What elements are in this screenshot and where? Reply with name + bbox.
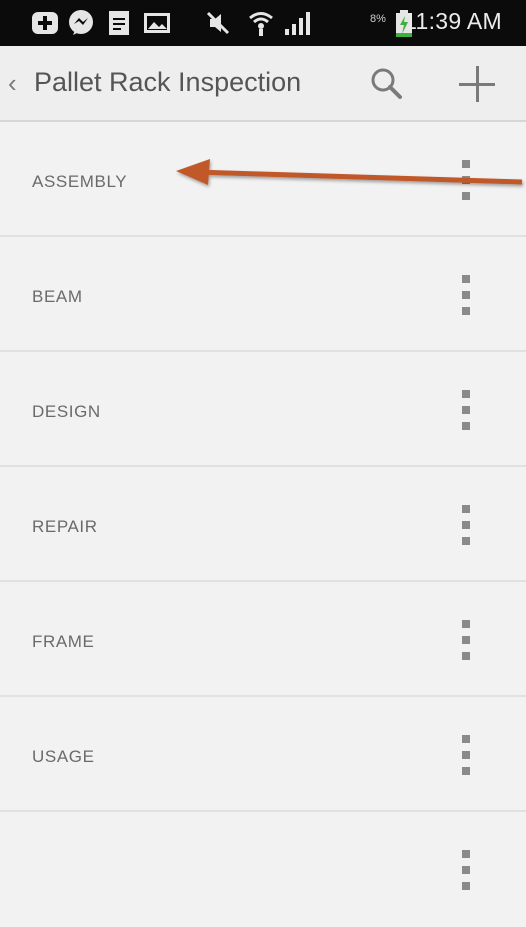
list-item-label: FRAME [32, 632, 95, 651]
list-item[interactable]: FRAME [0, 582, 526, 697]
overflow-menu-icon[interactable] [455, 390, 477, 434]
document-icon [109, 11, 129, 35]
list-item[interactable]: DESIGN [0, 352, 526, 467]
list-item[interactable]: BEAM [0, 237, 526, 352]
back-button[interactable]: ‹ [8, 68, 17, 99]
list-item-label: ASSEMBLY [32, 172, 128, 191]
list-item[interactable]: ASSEMBLY [0, 122, 526, 237]
image-icon [144, 13, 170, 33]
battery-percent: 8% [370, 13, 386, 25]
list-item[interactable]: USAGE [0, 697, 526, 812]
list-item[interactable] [0, 812, 526, 927]
list-item-label: BEAM [32, 287, 83, 306]
signal-icon [285, 12, 310, 35]
overflow-menu-icon[interactable] [455, 505, 477, 549]
overflow-menu-icon[interactable] [455, 620, 477, 664]
add-icon[interactable] [452, 62, 502, 106]
category-list: ASSEMBLY BEAM DESIGN REPAIR FRAME USAGE [0, 122, 526, 927]
list-item-label: REPAIR [32, 517, 98, 536]
status-bar: 8% 11:39 AM [0, 0, 526, 46]
overflow-menu-icon[interactable] [455, 275, 477, 319]
mute-icon [206, 11, 230, 35]
list-item-label: USAGE [32, 747, 95, 766]
overflow-menu-icon[interactable] [455, 735, 477, 779]
wifi-icon [249, 12, 273, 36]
page-title[interactable]: Pallet Rack Inspection [34, 67, 301, 98]
list-item-label: DESIGN [32, 402, 101, 421]
overflow-menu-icon[interactable] [455, 160, 477, 204]
list-item[interactable]: REPAIR [0, 467, 526, 582]
add-notification-icon [32, 12, 58, 34]
messenger-icon [69, 10, 93, 35]
search-icon[interactable] [364, 62, 408, 106]
clock: 11:39 AM [404, 8, 502, 34]
overflow-menu-icon[interactable] [455, 850, 477, 894]
action-bar: ‹ Pallet Rack Inspection [0, 46, 526, 122]
